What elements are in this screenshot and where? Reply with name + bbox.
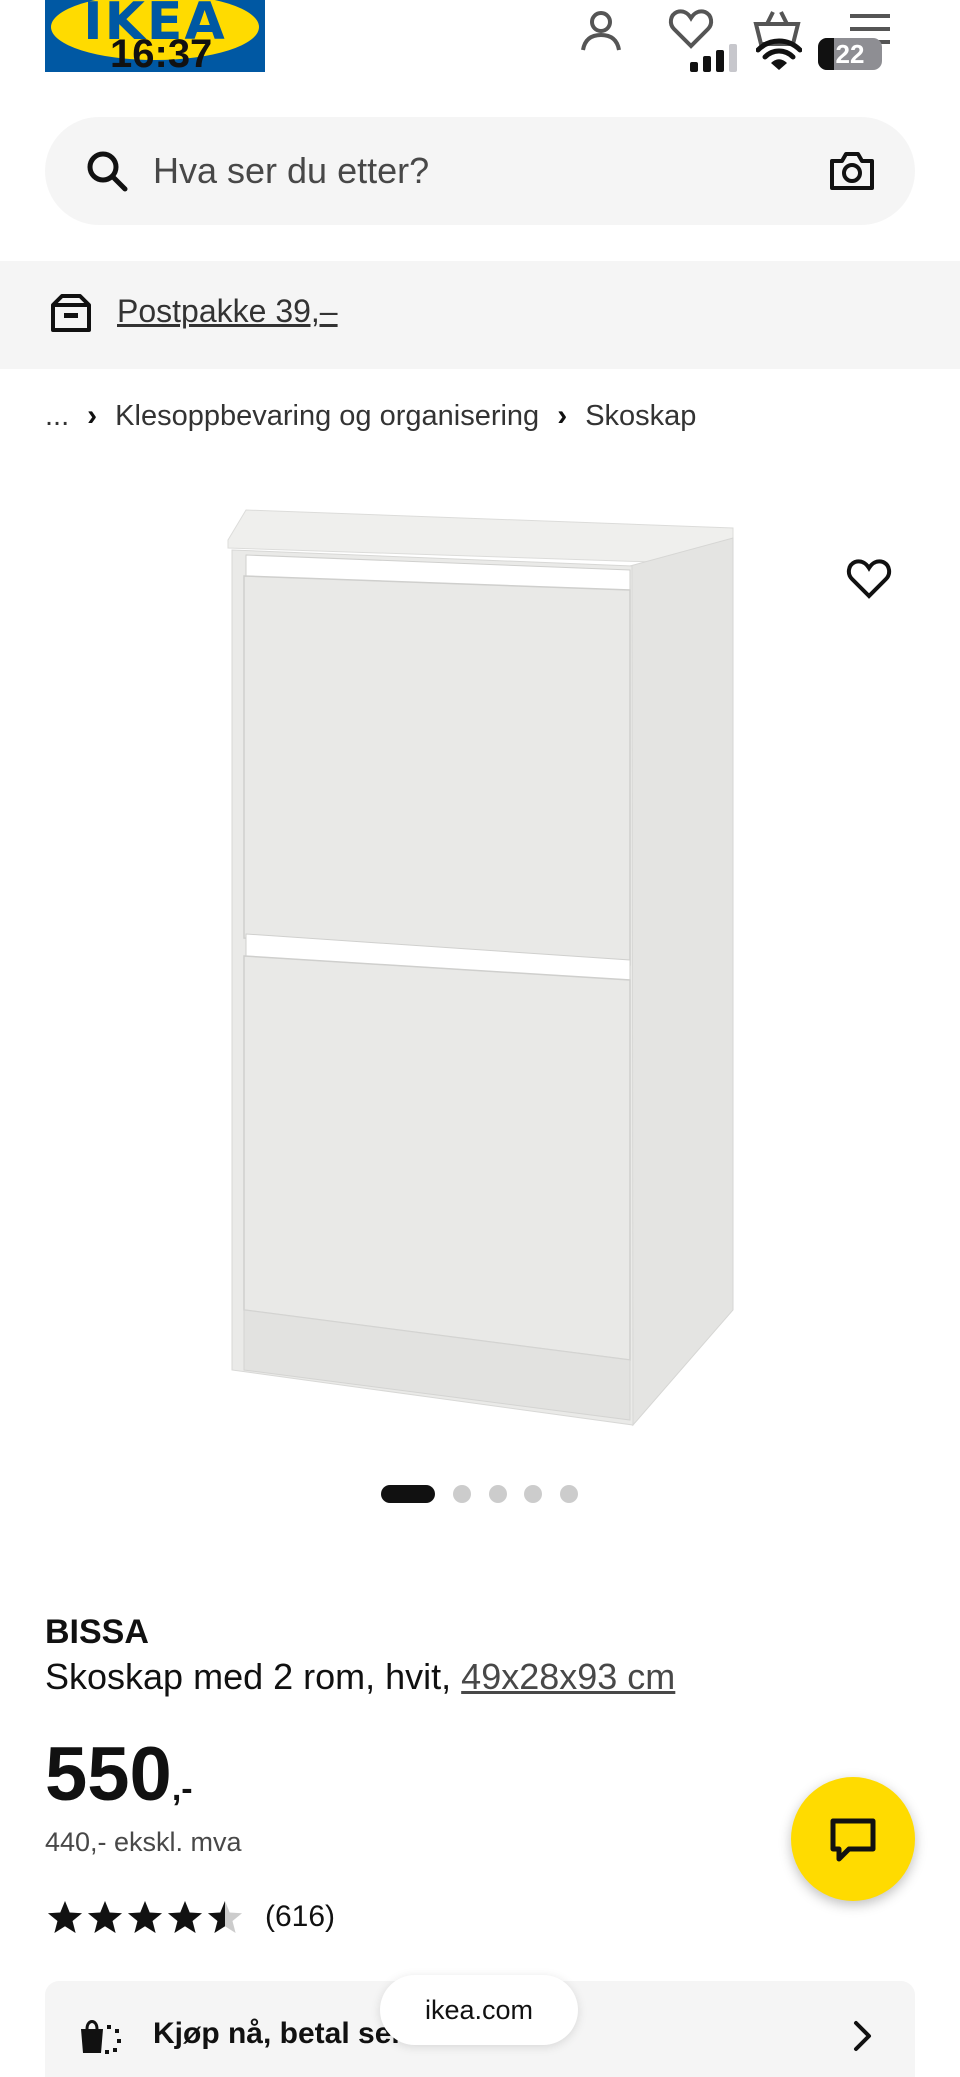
signal-icon bbox=[690, 44, 737, 72]
header: IKEA 16:37 22 bbox=[0, 0, 960, 100]
shipping-banner[interactable]: Postpakke 39,– bbox=[0, 261, 960, 369]
carousel-dot-1[interactable] bbox=[381, 1485, 435, 1503]
wifi-icon bbox=[756, 38, 802, 70]
add-to-favorites-icon[interactable] bbox=[846, 558, 892, 600]
image-carousel-dots[interactable] bbox=[0, 1483, 960, 1505]
carousel-dot-4[interactable] bbox=[524, 1485, 542, 1503]
product-rating[interactable]: (616) bbox=[45, 1897, 335, 1937]
breadcrumb-item-klesoppbevaring[interactable]: Klesoppbevaring og organisering bbox=[115, 400, 539, 433]
breadcrumb-ellipsis[interactable]: ... bbox=[45, 400, 69, 433]
star-icon bbox=[208, 1901, 242, 1933]
star-icon bbox=[168, 1901, 202, 1933]
price-suffix: ,- bbox=[171, 1770, 193, 1808]
breadcrumb: ... › Klesoppbevaring og organisering › … bbox=[45, 396, 696, 436]
carousel-dot-3[interactable] bbox=[489, 1485, 507, 1503]
star-icon bbox=[88, 1901, 122, 1933]
status-time: 16:37 bbox=[110, 32, 213, 76]
camera-icon[interactable] bbox=[829, 151, 875, 191]
search-icon bbox=[87, 151, 128, 192]
chevron-right-icon bbox=[854, 2021, 871, 2051]
chevron-right-icon: › bbox=[557, 399, 568, 432]
carousel-dot-5[interactable] bbox=[560, 1485, 578, 1503]
system-status: 22 bbox=[690, 30, 930, 74]
star-icon bbox=[128, 1901, 162, 1933]
product-description: Skoskap med 2 rom, hvit, 49x28x93 cm bbox=[45, 1656, 675, 1698]
product-price: 550,- bbox=[45, 1735, 193, 1829]
product-dimensions-link[interactable]: 49x28x93 cm bbox=[461, 1656, 675, 1697]
chevron-right-icon: › bbox=[87, 399, 98, 432]
battery-indicator: 22 bbox=[818, 38, 882, 70]
search-bar[interactable]: Hva ser du etter? bbox=[45, 117, 915, 225]
star-icon bbox=[48, 1901, 82, 1933]
product-name: BISSA bbox=[45, 1613, 149, 1651]
shipping-link[interactable]: Postpakke 39,– bbox=[117, 261, 338, 361]
package-icon bbox=[51, 294, 91, 332]
chat-button[interactable] bbox=[791, 1777, 915, 1901]
chat-icon bbox=[830, 1818, 876, 1862]
rating-count[interactable]: (616) bbox=[265, 1900, 335, 1934]
price-value: 550 bbox=[45, 1732, 172, 1817]
product-image[interactable] bbox=[220, 500, 740, 1440]
price-ex-vat: 440,- ekskl. mva bbox=[45, 1827, 242, 1857]
person-icon[interactable] bbox=[578, 8, 624, 54]
carousel-dot-2[interactable] bbox=[453, 1485, 471, 1503]
battery-level: 22 bbox=[835, 39, 865, 69]
breadcrumb-item-skoskap[interactable]: Skoskap bbox=[585, 400, 696, 433]
browser-url-pill[interactable]: ikea.com bbox=[380, 1975, 578, 2045]
product-description-text: Skoskap med 2 rom, hvit, bbox=[45, 1656, 462, 1697]
search-input[interactable]: Hva ser du etter? bbox=[153, 117, 429, 225]
installment-icon bbox=[81, 2020, 121, 2054]
rating-stars bbox=[45, 1899, 245, 1935]
